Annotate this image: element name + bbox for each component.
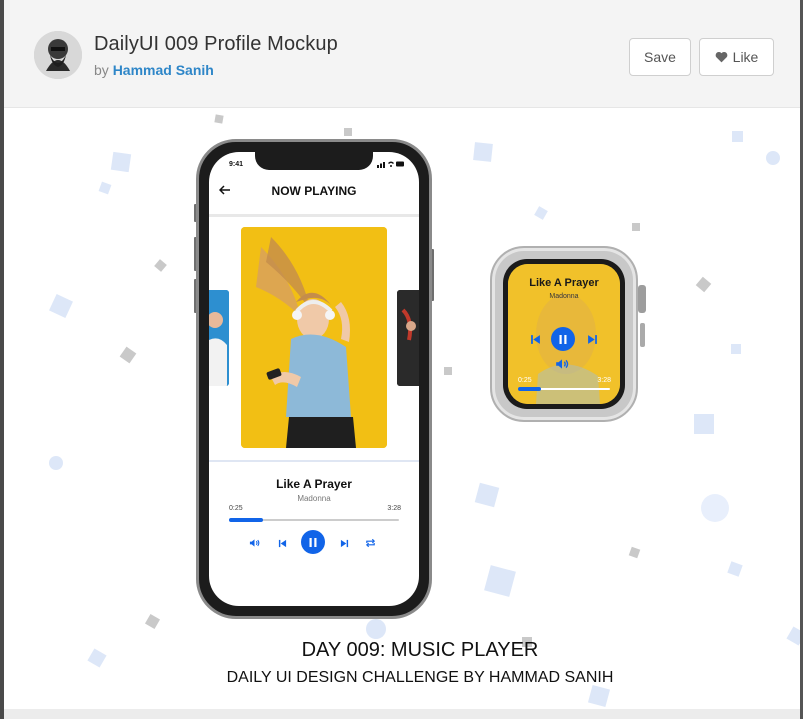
- heart-icon: [715, 51, 728, 63]
- volume-icon: [556, 359, 569, 369]
- volume-button[interactable]: [247, 532, 261, 554]
- confetti-square: [110, 151, 132, 173]
- confetti-square: [484, 565, 516, 597]
- next-button[interactable]: [337, 532, 351, 554]
- elapsed-time: 0:25: [229, 505, 243, 512]
- watch-previous-button[interactable]: [530, 332, 541, 350]
- next-icon: [340, 539, 348, 547]
- confetti-square: [444, 367, 452, 375]
- watch-digital-crown: [638, 285, 646, 313]
- watch-volume-button[interactable]: [555, 357, 569, 375]
- previous-icon: [531, 335, 540, 344]
- signal-icon: [377, 161, 404, 168]
- pause-icon: [309, 537, 317, 547]
- like-label: Like: [732, 49, 759, 65]
- previous-button[interactable]: [275, 532, 289, 554]
- album-cover-next[interactable]: [397, 290, 419, 386]
- confetti-square: [732, 131, 743, 142]
- volume-icon: [249, 539, 259, 547]
- bottom-bar: [4, 709, 800, 719]
- pause-button[interactable]: [301, 530, 325, 554]
- confetti-square: [473, 142, 493, 162]
- album-cover-previous[interactable]: [209, 290, 229, 386]
- save-button[interactable]: Save: [629, 38, 691, 76]
- confetti-square: [587, 684, 611, 708]
- byline-prefix: by: [94, 62, 109, 78]
- confetti-square: [694, 414, 714, 434]
- confetti-square: [727, 561, 743, 577]
- confetti-square: [214, 114, 224, 124]
- screen-title: NOW PLAYING: [271, 184, 357, 198]
- confetti-square: [474, 482, 500, 508]
- confetti-square: [119, 346, 137, 364]
- watch-song-artist: Madonna: [549, 293, 579, 300]
- watch-elapsed-time: 0:25: [518, 377, 532, 384]
- byline: by Hammad Sanih: [94, 62, 214, 78]
- confetti-dot: [49, 456, 63, 470]
- watch-screen: Like A Prayer Madonna 0:25 3:28: [503, 259, 625, 409]
- caption-subtitle: DAILY UI DESIGN CHALLENGE BY HAMMAD SANI…: [226, 669, 614, 686]
- watch-progress-fill: [518, 387, 541, 391]
- total-time: 3:28: [387, 505, 401, 512]
- confetti-dot: [766, 151, 780, 165]
- watch-next-button[interactable]: [587, 332, 598, 350]
- phone-mockup: 9:41 NOW PLAYING Like A Prayer Madonna 0…: [196, 139, 432, 619]
- author-link[interactable]: Hammad Sanih: [113, 62, 214, 78]
- confetti-square: [49, 294, 73, 318]
- shot-title: DailyUI 009 Profile Mockup: [94, 33, 338, 55]
- pause-icon: [559, 334, 567, 344]
- repeat-button[interactable]: [363, 532, 377, 554]
- player-divider: [209, 460, 419, 462]
- confetti-dot: [366, 619, 386, 639]
- confetti-dot: [701, 494, 729, 522]
- album-cover-current[interactable]: [241, 227, 387, 448]
- save-label: Save: [644, 49, 676, 65]
- confetti-square: [628, 546, 641, 559]
- previous-icon: [278, 539, 286, 547]
- watch-pause-button[interactable]: [551, 327, 575, 351]
- confetti-square: [632, 223, 640, 231]
- confetti-square: [154, 259, 167, 272]
- watch-progress-slider[interactable]: [518, 387, 610, 391]
- progress-fill: [229, 518, 263, 522]
- phone-notch: [255, 152, 373, 170]
- confetti-square: [144, 613, 161, 630]
- song-title: Like A Prayer: [276, 477, 352, 491]
- header-divider: [209, 214, 419, 217]
- phone-screen: 9:41 NOW PLAYING Like A Prayer Madonna 0…: [209, 152, 419, 606]
- confetti-square: [534, 206, 548, 220]
- confetti-square: [695, 276, 712, 293]
- watch-display: Like A Prayer Madonna 0:25 3:28: [508, 264, 620, 404]
- shot-image: 9:41 NOW PLAYING Like A Prayer Madonna 0…: [4, 109, 800, 709]
- avatar[interactable]: [34, 31, 82, 79]
- caption-title: DAY 009: MUSIC PLAYER: [301, 639, 539, 661]
- confetti-square: [98, 181, 112, 195]
- watch-total-time: 3:28: [597, 377, 611, 384]
- watch-side-button: [640, 323, 645, 347]
- shot-header: DailyUI 009 Profile Mockup by Hammad San…: [4, 0, 800, 108]
- next-icon: [588, 335, 597, 344]
- like-button[interactable]: Like: [699, 38, 774, 76]
- watch-mockup: Like A Prayer Madonna 0:25 3:28: [490, 246, 638, 422]
- confetti-square: [731, 344, 741, 354]
- watch-song-title: Like A Prayer: [529, 277, 599, 289]
- progress-slider[interactable]: [229, 518, 399, 522]
- repeat-icon: [365, 538, 375, 548]
- status-time: 9:41: [229, 161, 244, 168]
- confetti-square: [344, 128, 352, 136]
- status-icons: [377, 160, 405, 170]
- song-artist: Madonna: [297, 494, 331, 503]
